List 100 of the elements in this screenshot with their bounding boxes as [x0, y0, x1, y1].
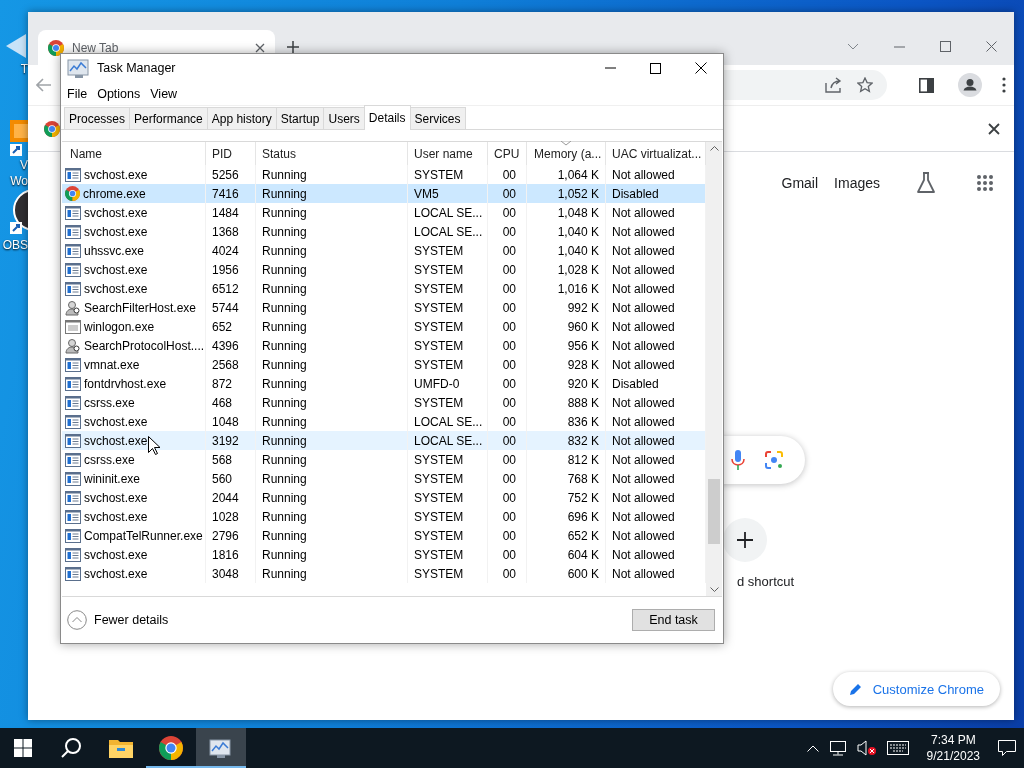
table-cell: Running — [256, 431, 408, 450]
table-cell: 6512 — [206, 279, 256, 298]
table-cell: wininit.exe — [84, 471, 141, 486]
table-cell: csrss.exe — [84, 395, 135, 410]
table-cell: Running — [256, 222, 408, 241]
table-cell: svchost.exe — [84, 262, 148, 277]
table-cell: Running — [256, 203, 408, 222]
desktop-icon-label: Wo — [10, 174, 28, 188]
table-cell: 1484 — [206, 203, 256, 222]
table-cell: 888 K — [527, 393, 606, 412]
table-cell: 2044 — [206, 488, 256, 507]
table-cell: UMFD-0 — [408, 374, 488, 393]
table-cell: 7416 — [206, 184, 256, 203]
table-cell: 00 — [488, 564, 527, 583]
table-cell: 1368 — [206, 222, 256, 241]
table-cell: Running — [256, 184, 408, 203]
table-cell: 00 — [488, 431, 527, 450]
table-cell: 3192 — [206, 431, 256, 450]
table-cell: LOCAL SE... — [408, 222, 488, 241]
table-cell: svchost.exe — [84, 547, 148, 562]
table-cell: SYSTEM — [408, 393, 488, 412]
table-cell: Running — [256, 279, 408, 298]
table-cell: svchost.exe — [84, 281, 148, 296]
table-cell: 00 — [488, 507, 527, 526]
table-cell: 1,016 K — [527, 279, 606, 298]
table-cell: 00 — [488, 393, 527, 412]
table-cell: SYSTEM — [408, 241, 488, 260]
table-cell: SYSTEM — [408, 317, 488, 336]
table-cell: 1028 — [206, 507, 256, 526]
table-cell: 696 K — [527, 507, 606, 526]
table-cell: 600 K — [527, 564, 606, 583]
table-cell: 1,040 K — [527, 222, 606, 241]
table-cell: SYSTEM — [408, 564, 488, 583]
table-cell: SYSTEM — [408, 279, 488, 298]
table-cell: 00 — [488, 298, 527, 317]
table-cell: 2796 — [206, 526, 256, 545]
table-cell: 00 — [488, 488, 527, 507]
table-cell: 00 — [488, 203, 527, 222]
table-cell: 960 K — [527, 317, 606, 336]
table-cell: Running — [256, 298, 408, 317]
table-cell: Running — [256, 317, 408, 336]
table-cell: SYSTEM — [408, 469, 488, 488]
table-cell: 3048 — [206, 564, 256, 583]
table-cell: Running — [256, 507, 408, 526]
clock-date: 9/21/2023 — [926, 748, 980, 764]
table-cell: svchost.exe — [84, 490, 148, 505]
table-cell: VM5 — [408, 184, 488, 203]
table-cell: 00 — [488, 336, 527, 355]
table-cell: 4396 — [206, 336, 256, 355]
table-cell: Running — [256, 336, 408, 355]
table-cell: 832 K — [527, 431, 606, 450]
table-cell: SYSTEM — [408, 450, 488, 469]
table-cell: 4024 — [206, 241, 256, 260]
table-cell: csrss.exe — [84, 452, 135, 467]
table-cell: Running — [256, 241, 408, 260]
table-cell: 1,040 K — [527, 241, 606, 260]
table-cell: vmnat.exe — [84, 357, 140, 372]
table-cell: 560 — [206, 469, 256, 488]
table-cell: 1,048 K — [527, 203, 606, 222]
table-cell: 652 K — [527, 526, 606, 545]
clock-time: 7:34 PM — [930, 732, 976, 748]
table-cell: LOCAL SE... — [408, 203, 488, 222]
desktop-icon-label: T — [20, 62, 28, 76]
table-cell: Running — [256, 450, 408, 469]
table-cell: 468 — [206, 393, 256, 412]
table-cell: svchost.exe — [84, 224, 148, 239]
table-cell: 00 — [488, 450, 527, 469]
table-cell: 812 K — [527, 450, 606, 469]
table-cell: 00 — [488, 355, 527, 374]
table-cell: LOCAL SE... — [408, 431, 488, 450]
table-cell: SearchFilterHost.exe — [84, 300, 197, 315]
table-cell: Running — [256, 355, 408, 374]
table-cell: chrome.exe — [83, 186, 146, 201]
table-cell: Running — [256, 488, 408, 507]
tab-title: New Tab — [72, 40, 120, 55]
table-cell: SYSTEM — [408, 298, 488, 317]
table-cell: 652 — [206, 317, 256, 336]
table-cell: 768 K — [527, 469, 606, 488]
table-cell: svchost.exe — [84, 205, 148, 220]
table-cell: 604 K — [527, 545, 606, 564]
table-cell: 920 K — [527, 374, 606, 393]
table-cell: Running — [256, 526, 408, 545]
table-cell: SYSTEM — [408, 488, 488, 507]
table-cell: Running — [256, 469, 408, 488]
table-cell: winlogon.exe — [84, 319, 155, 334]
table-cell: 1816 — [206, 545, 256, 564]
table-cell: SearchProtocolHost.... — [84, 338, 205, 353]
shortcut-label: d shortcut — [737, 574, 796, 589]
table-cell: SYSTEM — [408, 526, 488, 545]
table-cell: svchost.exe — [84, 414, 148, 429]
table-cell: SYSTEM — [408, 260, 488, 279]
table-cell: Running — [256, 260, 408, 279]
table-cell: svchost.exe — [84, 566, 148, 581]
table-cell: fontdrvhost.exe — [84, 376, 167, 391]
table-cell: 2568 — [206, 355, 256, 374]
table-cell: 752 K — [527, 488, 606, 507]
table-cell: Running — [256, 393, 408, 412]
table-cell: 00 — [488, 184, 527, 203]
table-cell: 956 K — [527, 336, 606, 355]
table-cell: 00 — [488, 241, 527, 260]
